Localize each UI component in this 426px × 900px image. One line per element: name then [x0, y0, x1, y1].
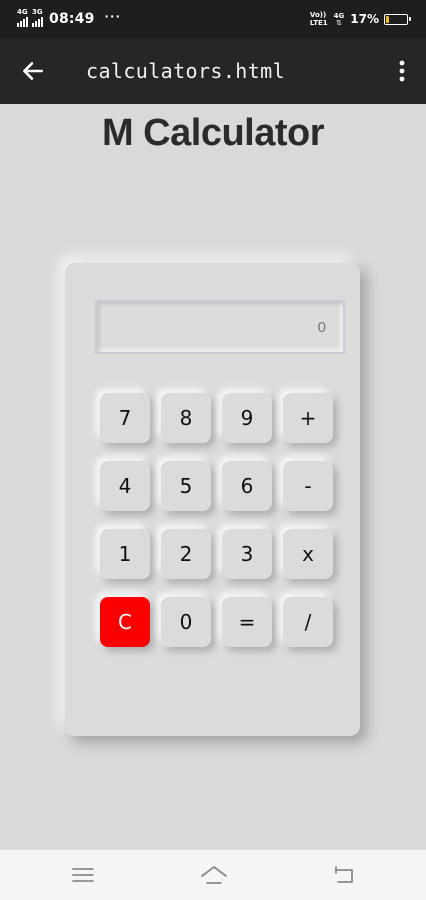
data-4g-icon: 4G ⇅	[334, 12, 345, 27]
key-plus-button[interactable]: +	[283, 393, 333, 443]
network-type-label: 4G	[17, 8, 28, 16]
lte-label: LTE1	[309, 19, 328, 27]
key-equals-button[interactable]: =	[222, 597, 272, 647]
key-2-button[interactable]: 2	[161, 529, 211, 579]
network-type-label: 4G	[333, 11, 345, 20]
key-5-button[interactable]: 5	[161, 461, 211, 511]
status-left: 4G 3G 08:49 ···	[17, 8, 122, 28]
signal-4g-icon: 4G	[17, 8, 28, 27]
browser-toolbar: calculators.html	[0, 38, 426, 104]
network-type-label: 3G	[32, 8, 43, 16]
return-icon[interactable]	[330, 862, 356, 888]
hamburger-icon[interactable]	[70, 862, 96, 888]
calculator-display[interactable]	[95, 300, 345, 354]
battery-percent: 17%	[350, 12, 379, 26]
key-1-button[interactable]: 1	[100, 529, 150, 579]
signal-3g-icon: 3G	[32, 8, 43, 27]
volte-label: Vo))	[309, 11, 327, 19]
home-icon[interactable]	[199, 862, 229, 888]
system-nav-bar	[0, 850, 426, 900]
key-8-button[interactable]: 8	[161, 393, 211, 443]
more-vertical-icon[interactable]	[396, 58, 408, 84]
key-4-button[interactable]: 4	[100, 461, 150, 511]
key-multiply-button[interactable]: x	[283, 529, 333, 579]
key-7-button[interactable]: 7	[100, 393, 150, 443]
key-0-button[interactable]: 0	[161, 597, 211, 647]
key-3-button[interactable]: 3	[222, 529, 272, 579]
key-minus-button[interactable]: -	[283, 461, 333, 511]
page-title: M Calculator	[101, 112, 325, 154]
battery-level	[386, 15, 389, 23]
page-title-bar: calculators.html	[86, 59, 286, 83]
more-notifications-icon: ···	[104, 8, 122, 24]
status-right: Vo)) LTE1 4G ⇅ 17%	[310, 9, 411, 29]
calculator: 789+456- 123x C0=/	[65, 263, 360, 736]
key-6-button[interactable]: 6	[222, 461, 272, 511]
key-9-button[interactable]: 9	[222, 393, 272, 443]
key-divide-button[interactable]: /	[283, 597, 333, 647]
arrow-left-icon[interactable]	[20, 58, 46, 84]
status-bar: 4G 3G 08:49 ··· Vo)) LTE1 4G ⇅ 17%	[0, 0, 426, 38]
battery-icon	[384, 13, 411, 25]
volte-icon: Vo)) LTE1	[310, 11, 328, 27]
data-arrows-icon: ⇅	[336, 19, 342, 27]
clock: 08:49	[49, 11, 95, 27]
key-clear-button[interactable]: C	[100, 597, 150, 647]
